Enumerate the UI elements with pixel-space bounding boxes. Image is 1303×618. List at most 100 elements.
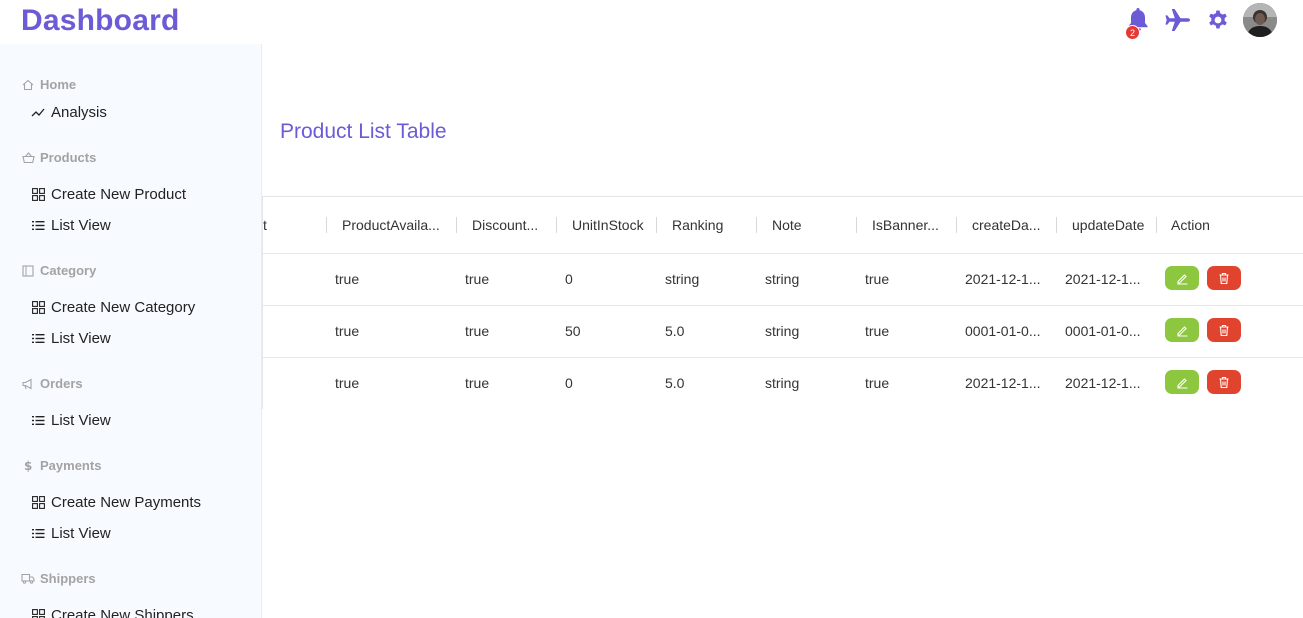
- grid-icon: [31, 609, 45, 618]
- grid-icon: [31, 496, 45, 510]
- column-separator[interactable]: [656, 217, 657, 233]
- sidebar-item-create-new-shippers[interactable]: Create New Shippers: [31, 607, 194, 618]
- settings-button[interactable]: [1201, 3, 1235, 37]
- table-cell: 0001-01-0...: [1065, 323, 1141, 339]
- column-header[interactable]: ProductAvaila...: [342, 217, 442, 233]
- delete-button[interactable]: [1207, 266, 1241, 290]
- sidebar-item-label: List View: [51, 412, 111, 429]
- pencil-icon: [1176, 273, 1187, 285]
- edit-button[interactable]: [1165, 370, 1199, 394]
- sidebar-item-analysis[interactable]: Analysis: [31, 104, 107, 121]
- sidebar-section-shippers[interactable]: Shippers: [21, 571, 96, 586]
- svg-text:$: $: [24, 459, 32, 472]
- table-cell: 2021-12-1...: [1065, 375, 1141, 391]
- sidebar-item-create-new-product[interactable]: Create New Product: [31, 186, 186, 203]
- sidebar-item-products-list-view[interactable]: List View: [31, 217, 111, 234]
- truck-icon: [21, 572, 35, 586]
- sidebar-item-label: Create New Payments: [51, 494, 202, 511]
- sidebar-item-create-new-category[interactable]: Create New Category: [31, 299, 195, 316]
- sidebar-item-label: List View: [51, 217, 111, 234]
- sidebar-section-label: Category: [40, 263, 97, 278]
- column-header[interactable]: updateDate: [1072, 217, 1152, 233]
- home-icon: [21, 78, 35, 92]
- sidebar-section-payments[interactable]: $ Payments: [21, 458, 101, 473]
- sidebar: Home Analysis Products Create New Produc…: [0, 44, 262, 618]
- sidebar-section-orders[interactable]: Orders: [21, 376, 83, 391]
- table-row: true true 0 5.0 string true 2021-12-1...…: [263, 358, 1303, 409]
- column-header: Action: [1171, 217, 1210, 233]
- column-separator[interactable]: [1056, 217, 1057, 233]
- grid-icon: [31, 301, 45, 315]
- trash-icon: [1219, 376, 1229, 388]
- column-header[interactable]: t: [263, 217, 271, 233]
- pencil-icon: [1176, 325, 1187, 337]
- column-separator[interactable]: [556, 217, 557, 233]
- column-header[interactable]: UnitInStock: [572, 217, 650, 233]
- table-cell: 50: [565, 323, 581, 339]
- edit-button[interactable]: [1165, 318, 1199, 342]
- column-separator[interactable]: [1156, 217, 1157, 233]
- table-cell: true: [335, 375, 360, 391]
- table-cell: string: [765, 375, 800, 391]
- sidebar-section-label: Payments: [40, 458, 102, 473]
- table-cell: 2021-12-1...: [965, 271, 1041, 287]
- chart-line-icon: [31, 106, 45, 120]
- table-cell: true: [865, 323, 890, 339]
- table-cell: true: [465, 375, 490, 391]
- plane-icon: [1164, 7, 1192, 33]
- list-icon: [31, 219, 45, 233]
- table-cell: 2021-12-1...: [1065, 271, 1141, 287]
- column-separator[interactable]: [956, 217, 957, 233]
- table-cell: true: [865, 271, 890, 287]
- trash-icon: [1219, 324, 1229, 336]
- column-separator[interactable]: [856, 217, 857, 233]
- column-header[interactable]: Discount...: [472, 217, 546, 233]
- sidebar-item-label: Create New Shippers: [51, 607, 194, 618]
- sidebar-section-label: Orders: [40, 376, 83, 391]
- table-cell: true: [465, 271, 490, 287]
- edit-button[interactable]: [1165, 266, 1199, 290]
- sidebar-section-products[interactable]: Products: [21, 150, 96, 165]
- trash-icon: [1219, 272, 1229, 284]
- sidebar-item-orders-list-view[interactable]: List View: [31, 412, 111, 429]
- megaphone-icon: [21, 377, 35, 391]
- table-cell: string: [765, 323, 800, 339]
- sidebar-section-home[interactable]: Home: [21, 77, 76, 92]
- column-separator[interactable]: [456, 217, 457, 233]
- app-title: Dashboard: [21, 4, 180, 37]
- sidebar-item-payments-list-view[interactable]: List View: [31, 525, 111, 542]
- page-title: Product List Table: [280, 120, 447, 143]
- sidebar-item-label: List View: [51, 525, 111, 542]
- sidebar-item-label: Analysis: [51, 104, 107, 121]
- pencil-icon: [1176, 377, 1187, 389]
- table-row: true true 0 string string true 2021-12-1…: [263, 254, 1303, 306]
- sidebar-item-create-new-payments[interactable]: Create New Payments: [31, 494, 201, 511]
- grid-icon: [31, 188, 45, 202]
- table-cell: true: [865, 375, 890, 391]
- table-cell: 0: [565, 271, 573, 287]
- sidebar-item-category-list-view[interactable]: List View: [31, 330, 111, 347]
- avatar[interactable]: [1243, 3, 1277, 37]
- basket-icon: [21, 151, 35, 165]
- column-header[interactable]: IsBanner...: [872, 217, 946, 233]
- column-header[interactable]: Ranking: [672, 217, 750, 233]
- sidebar-section-label: Products: [40, 150, 97, 165]
- list-icon: [31, 414, 45, 428]
- column-separator[interactable]: [326, 217, 327, 233]
- table-cell: 0: [565, 375, 573, 391]
- flights-button[interactable]: [1161, 3, 1195, 37]
- table-cell: string: [765, 271, 800, 287]
- delete-button[interactable]: [1207, 370, 1241, 394]
- column-header[interactable]: createDa...: [972, 217, 1046, 233]
- table-cell: true: [335, 323, 360, 339]
- product-table: t ProductAvaila... Discount... UnitInSto…: [262, 196, 1303, 409]
- column-header[interactable]: Note: [772, 217, 850, 233]
- table-cell: 2021-12-1...: [965, 375, 1041, 391]
- delete-button[interactable]: [1207, 318, 1241, 342]
- dollar-icon: $: [21, 459, 35, 473]
- notifications-button[interactable]: 2: [1121, 3, 1155, 40]
- table-header: t ProductAvaila... Discount... UnitInSto…: [263, 197, 1303, 254]
- sidebar-section-category[interactable]: Category: [21, 263, 96, 278]
- list-icon: [31, 332, 45, 346]
- column-separator[interactable]: [756, 217, 757, 233]
